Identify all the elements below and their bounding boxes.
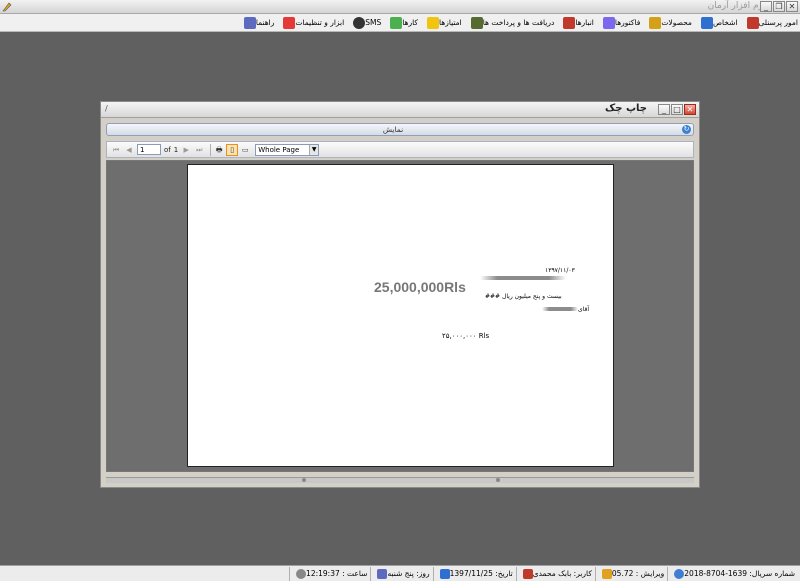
status-bar: شماره سریال: 1639-8704-2018 ویرایش : 05.… [0,565,800,581]
redacted-bar [480,276,566,280]
menu-sms[interactable]: SMS [350,16,381,29]
products-icon [649,16,662,29]
app-icon [2,2,12,12]
child-title-bar: / چاپ چک _ □ ✕ [101,102,699,118]
main-title-bar: نرم افزار آرمان _ ❐ ✕ [0,0,800,14]
calendar-icon [439,568,450,579]
payments-icon [470,16,483,29]
restore-button[interactable]: ❐ [773,1,785,12]
refresh-icon[interactable]: ↻ [682,125,691,134]
pin-icon: / [105,104,108,113]
multi-page-icon[interactable]: ▭ [240,145,250,155]
menu-tasks[interactable]: کارها [387,16,418,29]
last-page-icon[interactable]: ⏭ [194,145,204,155]
status-user: کاربر: بابک محمدی [515,566,595,581]
check-amount: 25,000,000Rls [374,279,466,295]
close-button[interactable]: ✕ [786,1,798,12]
status-time: ساعت : 12:19:37 [289,566,370,581]
window-bottom-splitter[interactable] [106,477,694,483]
report-viewer: ۱۳۹۷/۱۱/۰۳ 25,000,000Rls بیست و پنج میلی… [106,160,694,472]
print-check-window: / چاپ چک _ □ ✕ نمایش ↻ ⏮ ◀ of 1 ▶ ⏭ 🖶 ▯ … [100,101,700,488]
splitter-knob [302,478,306,482]
warehouse-icon [563,16,576,29]
child-close-button[interactable]: ✕ [684,104,696,115]
menu-invoices[interactable]: فاکتورها [600,16,640,29]
tasks-icon [390,16,403,29]
child-title: چاپ چک [605,103,647,114]
menubar: امور پرسنلی اشخاص محصولات فاکتورها انبار… [0,14,800,32]
check-payee-prefix: آقای [578,306,590,313]
menu-payments[interactable]: دریافت ها و پرداخت ها [468,16,554,29]
report-toolbar: ⏮ ◀ of 1 ▶ ⏭ 🖶 ▯ ▭ Whole Page ▼ [106,141,694,158]
status-date: تاریخ: 1397/11/25 [432,566,516,581]
menu-personnel[interactable]: امور پرسنلی [744,16,798,29]
people-icon [700,16,713,29]
splitter-knob [496,478,500,482]
prev-page-icon[interactable]: ◀ [124,145,134,155]
invoices-icon [602,16,615,29]
status-day: روز: پنج شنبه [370,566,432,581]
check-amount-words: بیست و پنج میلیون ریال ### [485,293,562,300]
check-small-amount: ۲۵,۰۰۰,۰۰۰ Rls [442,332,490,340]
star-icon [426,16,439,29]
menu-help[interactable]: راهنما [241,16,274,29]
menu-people[interactable]: اشخاص [698,16,738,29]
first-page-icon[interactable]: ⏮ [111,145,121,155]
minimize-button[interactable]: _ [760,1,772,12]
clock-icon [296,568,307,579]
app-title: نرم افزار آرمان [707,1,766,11]
pencil-icon [601,568,612,579]
tools-icon [283,16,296,29]
total-pages: 1 [173,145,179,154]
check-page: ۱۳۹۷/۱۱/۰۳ 25,000,000Rls بیست و پنج میلی… [187,164,614,467]
menu-tools[interactable]: ابزار و تنظیمات [280,16,344,29]
status-serial: شماره سریال: 1639-8704-2018 [667,566,798,581]
help-icon [243,16,256,29]
toolbar-separator [210,143,212,156]
calendar-day-icon [377,568,388,579]
show-label: نمایش [382,125,404,134]
user-icon [522,568,533,579]
globe-icon [674,568,685,579]
page-number-input[interactable] [137,144,161,155]
redacted-bar [542,307,578,311]
check-date: ۱۳۹۷/۱۱/۰۳ [545,267,575,274]
next-page-icon[interactable]: ▶ [181,145,191,155]
menu-warehouses[interactable]: انبارها [560,16,594,29]
chevron-down-icon[interactable]: ▼ [309,144,319,155]
status-version: ویرایش : 05.72 [594,566,667,581]
show-button[interactable]: نمایش ↻ [106,123,694,136]
child-minimize-button[interactable]: _ [658,104,670,115]
child-maximize-button[interactable]: □ [671,104,683,115]
zoom-select[interactable]: Whole Page ▼ [255,143,320,156]
of-label: of [164,145,171,154]
sms-icon [353,16,366,29]
zoom-value: Whole Page [258,145,300,154]
print-icon[interactable]: 🖶 [214,145,224,155]
personnel-icon [746,16,759,29]
menu-points[interactable]: امتیازها [424,16,462,29]
single-page-icon[interactable]: ▯ [226,143,239,156]
menu-products[interactable]: محصولات [646,16,692,29]
